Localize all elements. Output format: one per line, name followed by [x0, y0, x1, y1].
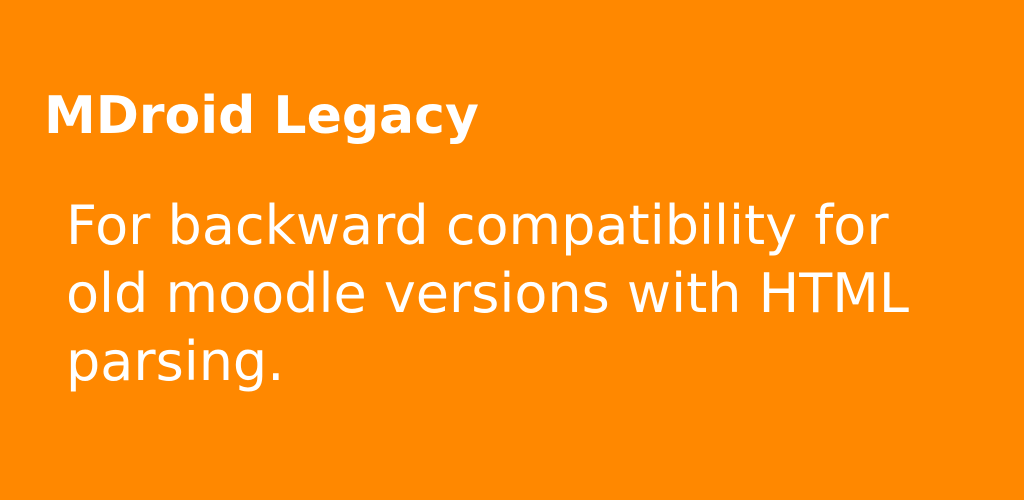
app-title: MDroid Legacy: [44, 86, 479, 146]
feature-banner: MDroid Legacy For backward compatibility…: [0, 0, 1024, 500]
app-description: For backward compatibility for old moodl…: [66, 194, 909, 393]
